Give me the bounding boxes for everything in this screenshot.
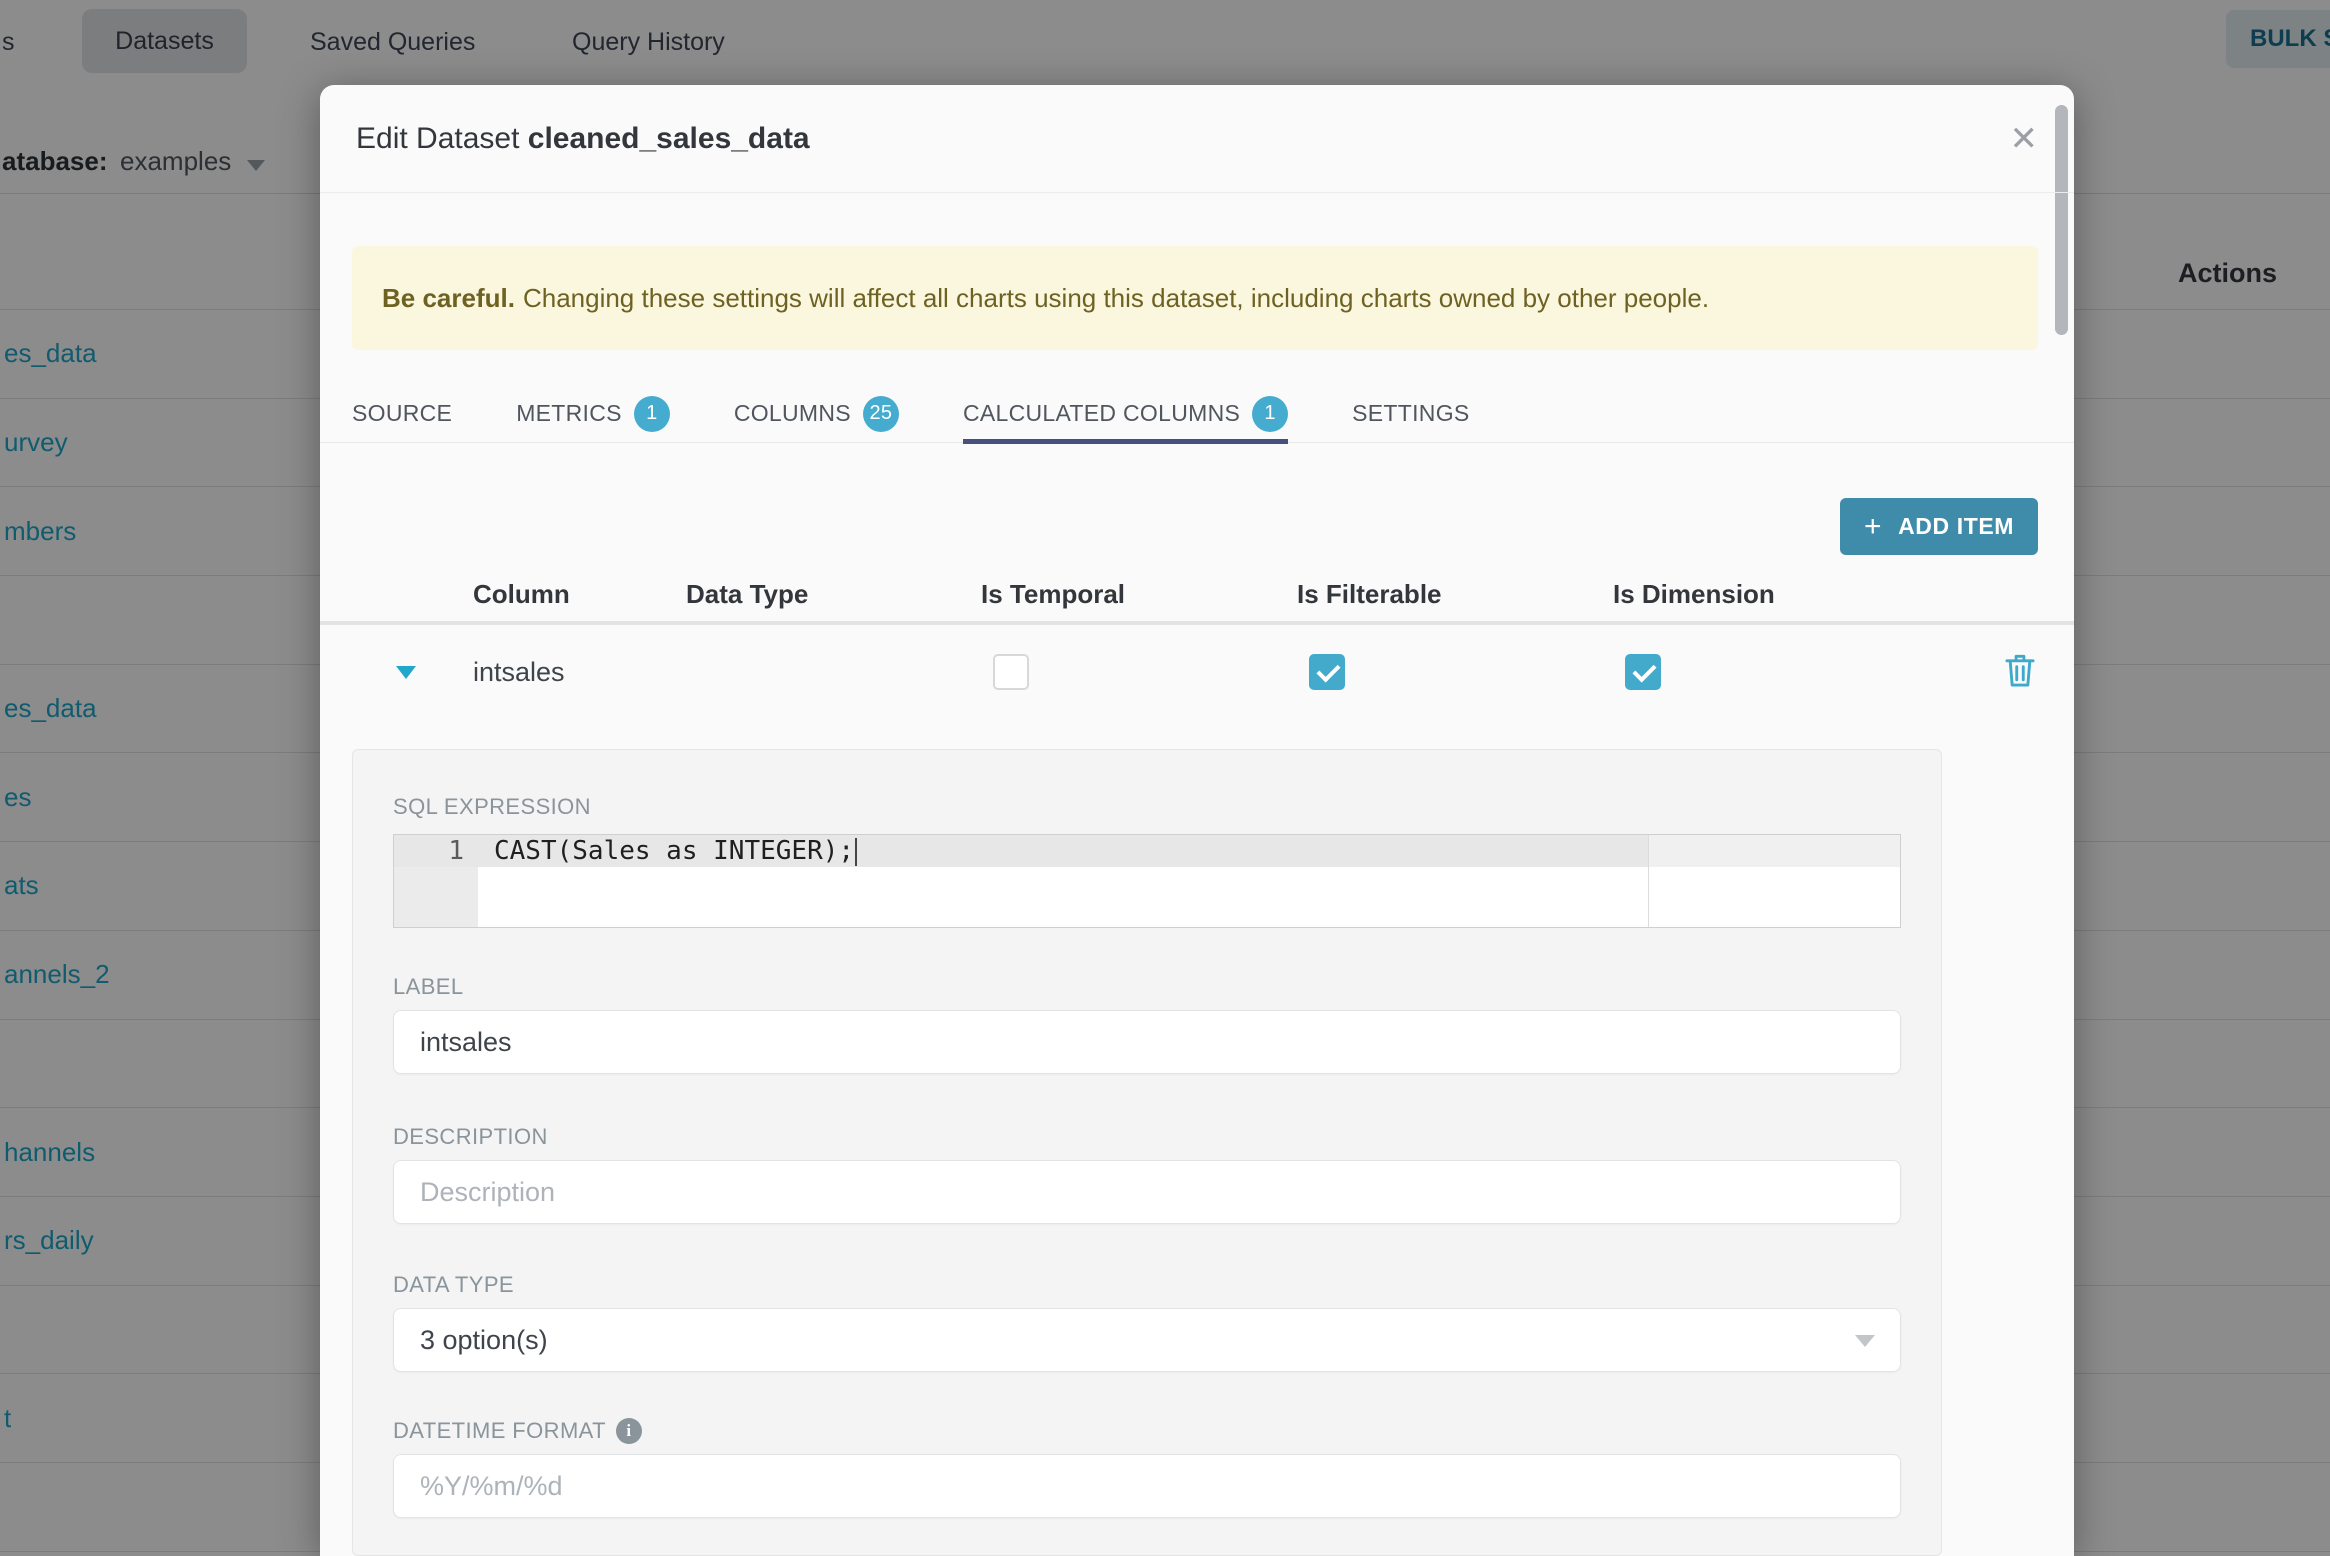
- plus-icon: +: [1863, 509, 1883, 543]
- editor-line-number: 1: [448, 836, 464, 866]
- modal-title-dataset: cleaned_sales_data: [527, 121, 810, 155]
- data-type-select[interactable]: [393, 1308, 1901, 1372]
- header-column: Column: [473, 578, 570, 609]
- datetime-format-input[interactable]: [393, 1454, 1901, 1518]
- column-name: intsales: [473, 656, 565, 687]
- header-is-dimension: Is Dimension: [1613, 578, 1775, 609]
- add-item-button[interactable]: + ADD ITEM: [1840, 498, 2038, 555]
- tab-calculated-columns[interactable]: CALCULATED COLUMNS 1: [962, 385, 1289, 444]
- header-is-temporal: Is Temporal: [981, 578, 1126, 609]
- modal-title-prefix: Edit Dataset: [356, 121, 520, 155]
- sql-editor[interactable]: 1 CAST(Sales as INTEGER);: [393, 834, 1901, 928]
- info-icon[interactable]: i: [615, 1418, 642, 1444]
- data-type-field-label: DATA TYPE: [393, 1272, 514, 1297]
- modal-header: Edit Dataset cleaned_sales_data ✕: [320, 85, 2074, 193]
- modal-tabs: SOURCE METRICS 1 COLUMNS 25 CALCULATED C…: [320, 385, 2074, 444]
- header-data-type: Data Type: [686, 578, 809, 609]
- tab-columns[interactable]: COLUMNS 25: [734, 385, 899, 442]
- warning-bold: Be careful.: [382, 282, 515, 313]
- description-input[interactable]: [393, 1160, 1901, 1224]
- edit-dataset-modal: Edit Dataset cleaned_sales_data ✕ Be car…: [320, 85, 2074, 1556]
- is-dimension-checkbox[interactable]: [1625, 654, 1661, 690]
- datetime-format-field-label: DATETIME FORMAT i: [393, 1418, 1901, 1444]
- tab-source[interactable]: SOURCE: [352, 385, 452, 442]
- metrics-count-badge: 1: [633, 395, 670, 432]
- delete-column-icon[interactable]: [2004, 653, 2036, 692]
- is-temporal-checkbox[interactable]: [993, 654, 1029, 690]
- columns-count-badge: 25: [862, 395, 899, 432]
- description-field-label: DESCRIPTION: [393, 1124, 548, 1149]
- calculated-columns-header: Column Data Type Is Temporal Is Filterab…: [320, 567, 2074, 625]
- data-type-value[interactable]: [393, 1308, 1901, 1372]
- header-is-filterable: Is Filterable: [1297, 578, 1442, 609]
- sql-expression-label: SQL EXPRESSION: [393, 794, 591, 819]
- label-field-label: LABEL: [393, 974, 464, 999]
- calculated-columns-count-badge: 1: [1252, 395, 1289, 432]
- calculated-column-detail-panel: SQL EXPRESSION 1 CAST(Sales as INTEGER);…: [352, 749, 1942, 1556]
- select-caret-icon: [1855, 1335, 1875, 1347]
- tab-metrics[interactable]: METRICS 1: [516, 385, 670, 442]
- warning-text: Changing these settings will affect all …: [522, 282, 1710, 313]
- modal-title: Edit Dataset cleaned_sales_data: [356, 122, 810, 156]
- text-cursor: [855, 837, 858, 866]
- editor-print-margin: [1648, 835, 1649, 927]
- is-filterable-checkbox[interactable]: [1309, 654, 1345, 690]
- calculated-column-row: intsales: [320, 633, 2074, 711]
- tab-settings[interactable]: SETTINGS: [1352, 385, 1469, 442]
- label-input[interactable]: [393, 1010, 1901, 1074]
- warning-banner: Be careful. Changing these settings will …: [352, 246, 2038, 350]
- collapse-caret-icon[interactable]: [396, 665, 416, 679]
- close-icon[interactable]: ✕: [2010, 122, 2039, 156]
- sql-code[interactable]: CAST(Sales as INTEGER);: [494, 835, 858, 867]
